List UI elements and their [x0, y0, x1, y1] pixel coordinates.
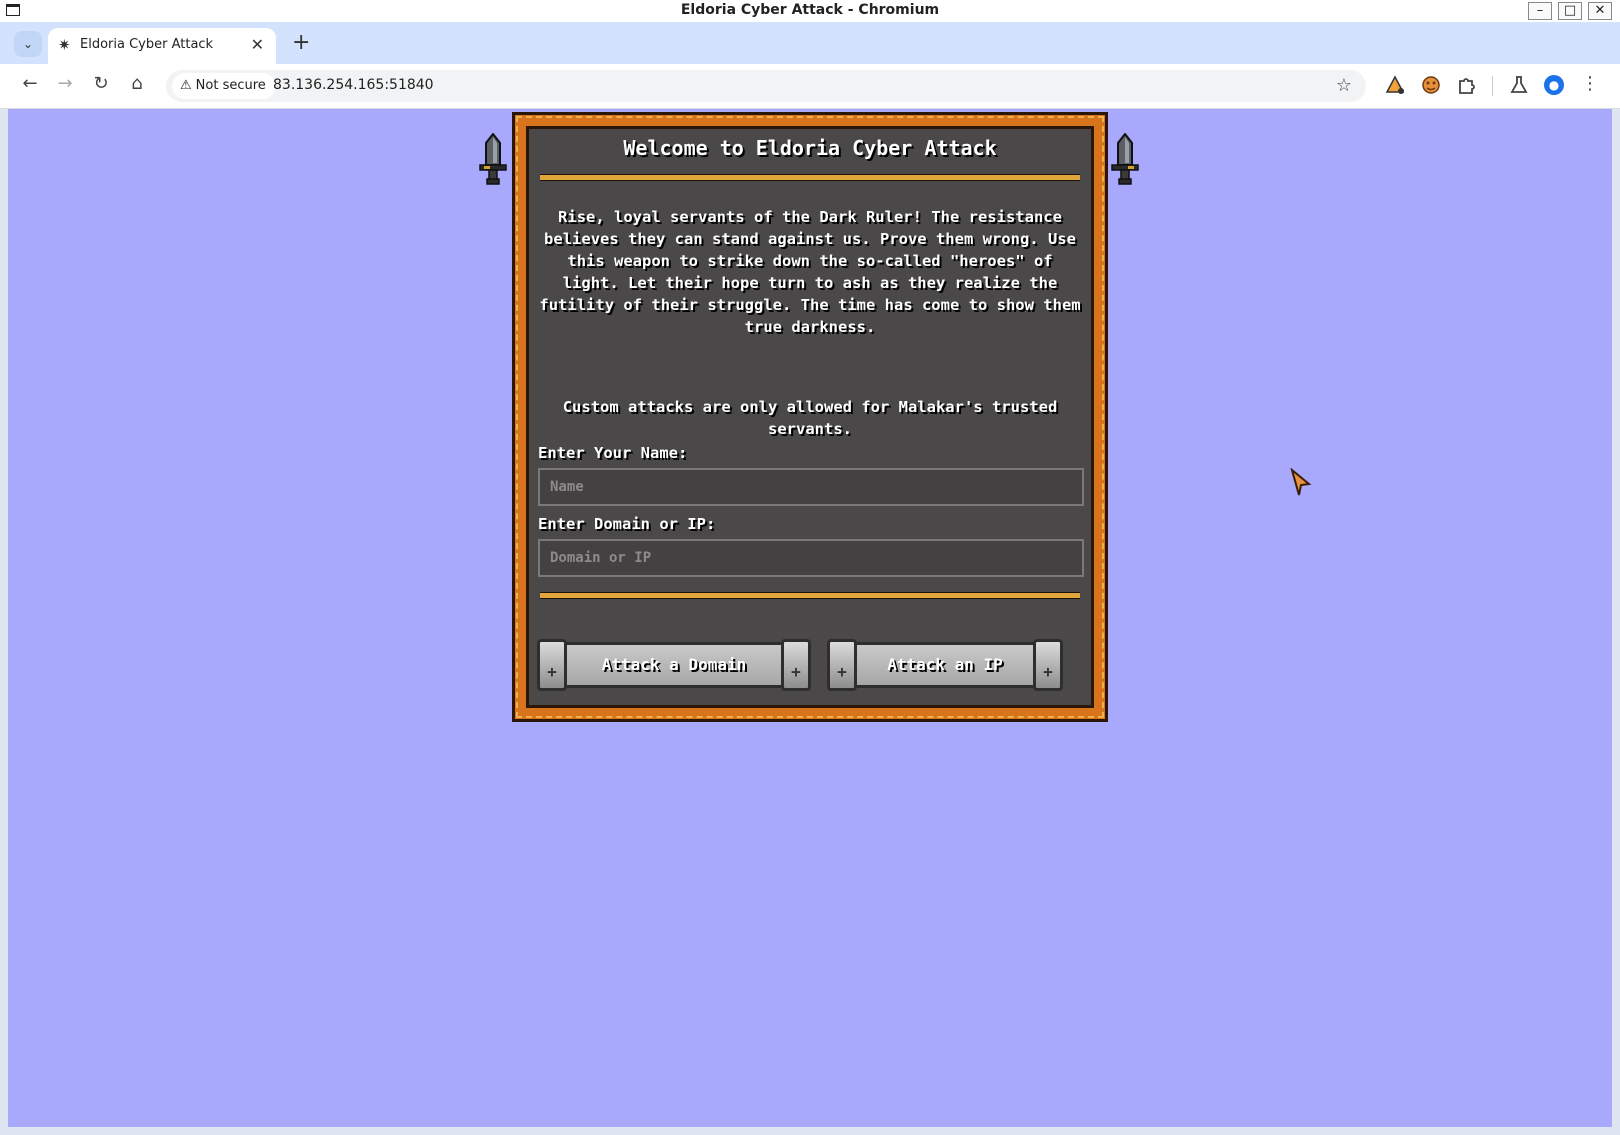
attack-ip-button[interactable]: Attack an IP: [827, 639, 1063, 692]
button-cap-icon: [537, 639, 567, 692]
extension-wizard-icon[interactable]: [1384, 74, 1406, 96]
target-label: Enter Domain or IP:: [538, 515, 716, 533]
tab-strip: ⌄ ✷ Eldoria Cyber Attack ✕ +: [0, 22, 1620, 64]
puzzle-icon[interactable]: [1456, 74, 1478, 96]
url-text[interactable]: 83.136.254.165:51840: [273, 77, 434, 93]
notice-text: Custom attacks are only allowed for Mala…: [562, 398, 1058, 438]
browser-menu-icon[interactable]: ⋮: [1578, 73, 1602, 94]
attack-domain-button[interactable]: Attack a Domain: [537, 639, 811, 692]
page-viewport: Welcome to Eldoria Cyber Attack Rise, lo…: [8, 109, 1612, 1127]
security-label: Not secure: [195, 78, 266, 93]
home-icon[interactable]: ⌂: [125, 73, 149, 94]
forward-icon[interactable]: →: [53, 73, 77, 94]
window-titlebar: Eldoria Cyber Attack - Chromium – □ ✕: [0, 0, 1620, 23]
divider: [540, 592, 1080, 599]
cookie-icon[interactable]: [1420, 74, 1442, 96]
name-input[interactable]: [538, 468, 1084, 506]
maximize-button[interactable]: □: [1558, 2, 1582, 20]
profile-avatar[interactable]: ●: [1544, 75, 1564, 95]
back-icon[interactable]: ←: [18, 73, 42, 94]
name-label: Enter Your Name:: [538, 444, 688, 462]
tab-close-icon[interactable]: ✕: [251, 35, 264, 54]
attack-panel: Welcome to Eldoria Cyber Attack Rise, lo…: [512, 112, 1108, 722]
sword-icon: [1111, 133, 1139, 185]
labs-icon[interactable]: [1508, 74, 1530, 96]
toolbar-divider: [1492, 76, 1493, 96]
button-cap-icon: [781, 639, 811, 692]
tab-eldoria[interactable]: ✷ Eldoria Cyber Attack ✕: [48, 28, 276, 64]
tab-search-button[interactable]: ⌄: [14, 31, 42, 57]
attack-domain-label: Attack a Domain: [601, 655, 747, 674]
tab-title: Eldoria Cyber Attack: [80, 37, 214, 52]
pointer-cursor-icon: [1290, 468, 1312, 496]
security-chip[interactable]: ⚠ Not secure: [172, 73, 276, 99]
window-bottom-edge: [0, 1127, 1620, 1135]
attack-ip-label: Attack an IP: [887, 655, 1003, 674]
window-close-button[interactable]: ✕: [1588, 2, 1612, 20]
sword-icon: [479, 133, 507, 185]
new-tab-button[interactable]: +: [292, 30, 310, 55]
tab-favicon-icon: ✷: [58, 36, 71, 54]
browser-toolbar: ← → ↻ ⌂ ⚠ Not secure 83.136.254.165:51840…: [0, 64, 1620, 109]
bookmark-star-icon[interactable]: ☆: [1336, 75, 1352, 96]
reload-icon[interactable]: ↻: [89, 73, 113, 94]
button-cap-icon: [827, 639, 857, 692]
warning-icon: ⚠: [180, 78, 192, 93]
minimize-button[interactable]: –: [1528, 2, 1552, 20]
button-cap-icon: [1033, 639, 1063, 692]
window-title: Eldoria Cyber Attack - Chromium: [680, 2, 940, 18]
address-bar[interactable]: ⚠ Not secure 83.136.254.165:51840 ☆: [166, 70, 1366, 102]
divider: [540, 174, 1080, 181]
target-input[interactable]: [538, 539, 1084, 577]
page-title: Welcome to Eldoria Cyber Attack: [623, 136, 997, 160]
story-text: Rise, loyal servants of the Dark Ruler! …: [539, 208, 1081, 336]
